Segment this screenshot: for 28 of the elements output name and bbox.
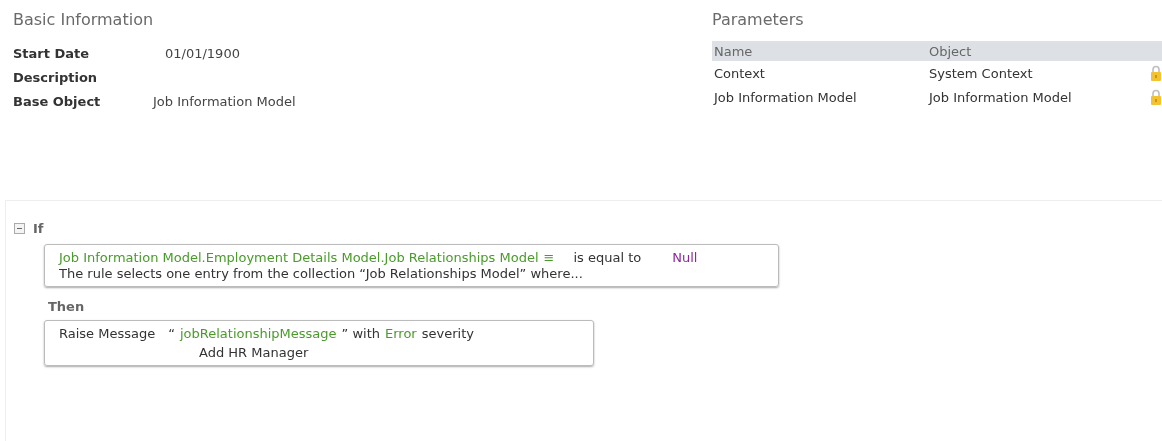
field-label: Description bbox=[13, 69, 99, 85]
field-label: Start Date bbox=[13, 45, 91, 61]
action-text: severity bbox=[421, 326, 474, 341]
section-title: Basic Information bbox=[13, 10, 155, 29]
message-key[interactable]: jobRelationshipMessage bbox=[179, 326, 337, 341]
field-value: Job Information Model bbox=[153, 93, 296, 109]
condition-operator[interactable]: is equal to bbox=[573, 250, 642, 265]
condition-value[interactable]: Null bbox=[672, 250, 698, 265]
table-cell-text: Context bbox=[713, 65, 766, 81]
severity-value[interactable]: Error bbox=[385, 326, 417, 341]
condition-description: The rule selects one entry from the collection “Job Relationships Model” where... bbox=[59, 266, 584, 281]
menu-icon[interactable]: ≡ bbox=[543, 250, 555, 265]
field-value: 01/01/1900 bbox=[165, 45, 240, 61]
quote-mark: “ bbox=[168, 326, 175, 341]
field-label: Base Object bbox=[13, 93, 102, 109]
table-cell-text: Job Information Model bbox=[929, 89, 1073, 105]
action-name[interactable]: Raise Message bbox=[59, 326, 156, 341]
column-header: Name bbox=[713, 43, 754, 59]
then-label: Then bbox=[48, 299, 86, 314]
section-title: Parameters bbox=[712, 10, 805, 29]
if-label: If bbox=[33, 221, 44, 236]
collapse-icon[interactable] bbox=[14, 223, 25, 234]
action-text: ” with bbox=[341, 326, 381, 341]
table-cell-text: Job Information Model bbox=[712, 89, 858, 105]
condition-path[interactable]: Job Information Model.Employment Details Model.Job Relationships Model bbox=[59, 250, 539, 265]
column-header: Object bbox=[929, 43, 973, 59]
message-text: Add HR Manager bbox=[199, 345, 310, 360]
table-cell-text: System Context bbox=[929, 65, 1034, 81]
